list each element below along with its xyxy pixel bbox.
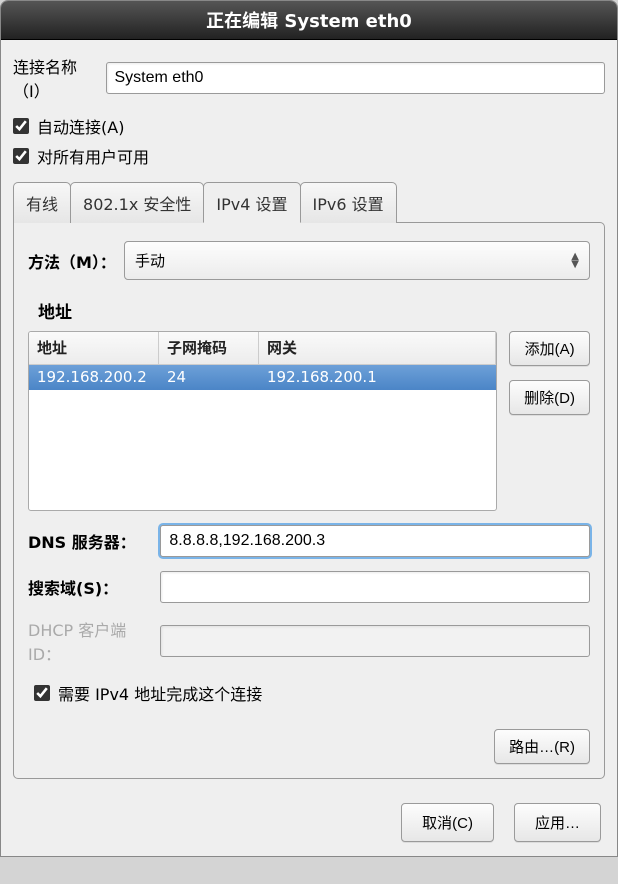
tab-security[interactable]: 802.1x 安全性 <box>70 182 204 223</box>
ipv4-panel: 方法（M）： 手动 ▲▼ 地址 地址 子网掩码 网关 <box>13 222 605 779</box>
add-address-button[interactable]: 添加(A) <box>509 331 590 366</box>
method-value: 手动 <box>135 250 165 271</box>
auto-connect-label: 自动连接(A) <box>37 114 124 138</box>
tab-ipv4[interactable]: IPv4 设置 <box>203 182 300 223</box>
dhcp-client-id-label: DHCP 客户端 ID： <box>28 617 160 665</box>
addresses-title: 地址 <box>38 298 590 323</box>
dns-input[interactable] <box>160 525 590 557</box>
method-label: 方法（M）： <box>28 249 116 273</box>
dialog-window: 正在编辑 System eth0 连接名称（I） 自动连接(A) 对所有用户可用… <box>0 0 618 857</box>
addresses-table[interactable]: 地址 子网掩码 网关 192.168.200.2 24 192.168.200.… <box>28 331 497 511</box>
chevron-updown-icon: ▲▼ <box>571 253 579 269</box>
search-domains-label: 搜索域(S)： <box>28 575 160 599</box>
cancel-button[interactable]: 取消(C) <box>401 803 494 842</box>
tab-wired[interactable]: 有线 <box>13 182 71 223</box>
dhcp-client-id-input <box>160 625 590 657</box>
method-select[interactable]: 手动 ▲▼ <box>124 241 590 280</box>
apply-button[interactable]: 应用… <box>514 803 601 842</box>
require-ipv4-box[interactable] <box>34 685 50 701</box>
require-ipv4-checkbox[interactable]: 需要 IPv4 地址完成这个连接 <box>34 681 590 705</box>
tabs: 有线 802.1x 安全性 IPv4 设置 IPv6 设置 <box>13 182 605 223</box>
addresses-header: 地址 子网掩码 网关 <box>29 332 496 365</box>
cell-netmask: 24 <box>159 365 259 390</box>
cell-address: 192.168.200.2 <box>29 365 159 390</box>
cell-gateway: 192.168.200.1 <box>259 365 496 390</box>
address-row-selected[interactable]: 192.168.200.2 24 192.168.200.1 <box>29 365 496 390</box>
auto-connect-checkbox[interactable]: 自动连接(A) <box>13 114 605 138</box>
routes-button[interactable]: 路由…(R) <box>494 729 590 764</box>
tab-ipv6[interactable]: IPv6 设置 <box>300 182 397 223</box>
auto-connect-box[interactable] <box>13 118 29 134</box>
delete-address-button[interactable]: 删除(D) <box>509 380 590 415</box>
all-users-box[interactable] <box>13 148 29 164</box>
dialog-footer: 取消(C) 应用… <box>1 791 617 856</box>
dns-label: DNS 服务器： <box>28 529 160 553</box>
require-ipv4-label: 需要 IPv4 地址完成这个连接 <box>58 681 262 705</box>
window-title: 正在编辑 System eth0 <box>1 1 617 40</box>
col-netmask[interactable]: 子网掩码 <box>159 332 259 364</box>
all-users-label: 对所有用户可用 <box>37 144 149 168</box>
all-users-checkbox[interactable]: 对所有用户可用 <box>13 144 605 168</box>
connection-name-input[interactable] <box>106 62 606 94</box>
col-address[interactable]: 地址 <box>29 332 159 364</box>
connection-name-label: 连接名称（I） <box>13 54 98 102</box>
search-domains-input[interactable] <box>160 571 590 603</box>
col-gateway[interactable]: 网关 <box>259 332 496 364</box>
